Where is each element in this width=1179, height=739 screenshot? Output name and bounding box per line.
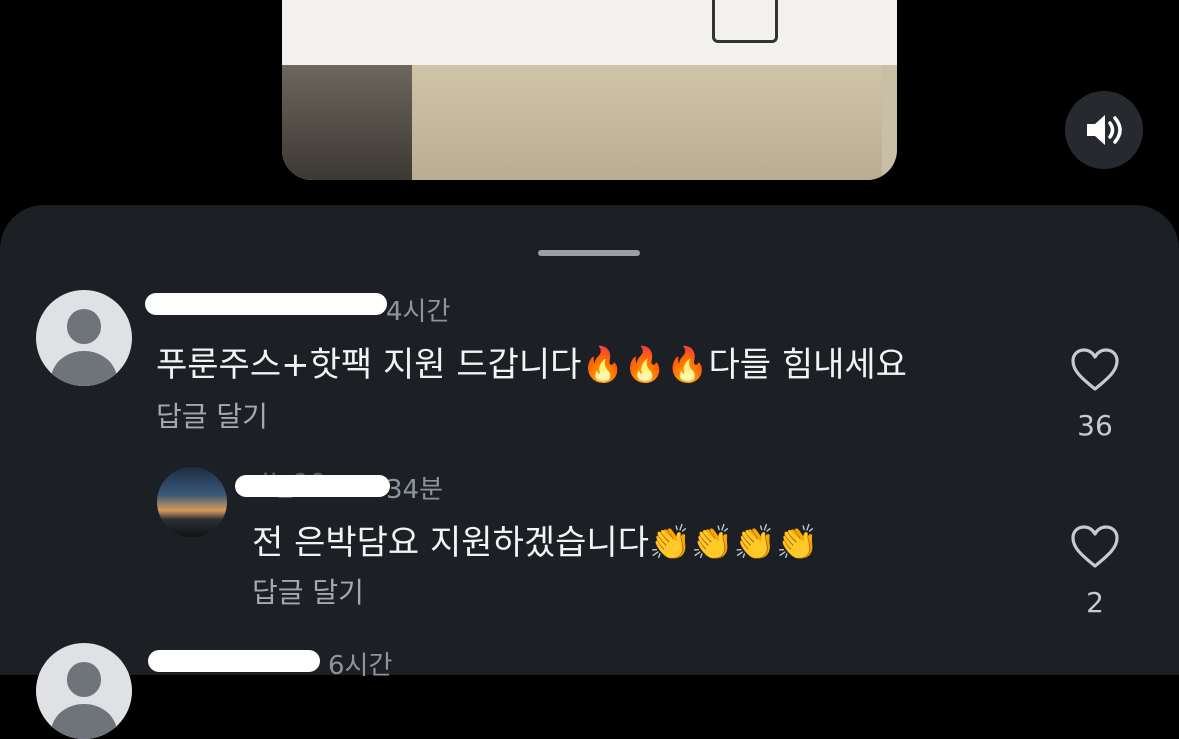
avatar[interactable] [36, 290, 132, 386]
like-button[interactable]: 2 [1065, 524, 1125, 619]
reply-button[interactable]: 답글 달기 [156, 395, 268, 435]
avatar-body-shape [51, 351, 117, 386]
video-frame-background [282, 65, 422, 180]
sheet-drag-handle[interactable] [538, 250, 640, 256]
username-redaction [235, 475, 390, 497]
comment-time: 34분 [386, 475, 444, 505]
comments-sheet: ammeronnon 4시간 푸룬주스+핫팩 지원 드갑니다🔥🔥🔥다들 힘내세요… [0, 205, 1179, 739]
mute-button[interactable] [1065, 91, 1143, 169]
avatar-head-shape [66, 662, 102, 697]
video-frame-writing [712, 0, 778, 43]
comment-text: 전 은박담요 지원하겠습니다👏👏👏👏 [252, 523, 819, 563]
avatar-head-shape [66, 309, 102, 344]
avatar[interactable] [36, 643, 132, 739]
speaker-volume-icon [1087, 115, 1122, 145]
comment-text: 푸룬주스+핫팩 지원 드갑니다🔥🔥🔥다들 힘내세요 [156, 345, 907, 385]
like-count: 36 [1077, 409, 1113, 442]
avatar-body-shape [51, 704, 117, 739]
heart-icon [1071, 525, 1119, 568]
username-redaction [145, 293, 387, 315]
username-redaction [148, 650, 320, 672]
video-player[interactable] [282, 0, 897, 180]
video-area[interactable] [0, 0, 1179, 205]
avatar[interactable] [157, 467, 227, 537]
reply-button[interactable]: 답글 달기 [252, 571, 364, 611]
video-frame-person [412, 65, 882, 180]
like-button[interactable]: 36 [1065, 347, 1125, 442]
heart-icon [1071, 348, 1119, 391]
like-count: 2 [1086, 586, 1104, 619]
comment-time: 4시간 [386, 297, 451, 327]
comment-time: 6시간 [328, 651, 393, 681]
video-frame-paper [282, 0, 897, 65]
